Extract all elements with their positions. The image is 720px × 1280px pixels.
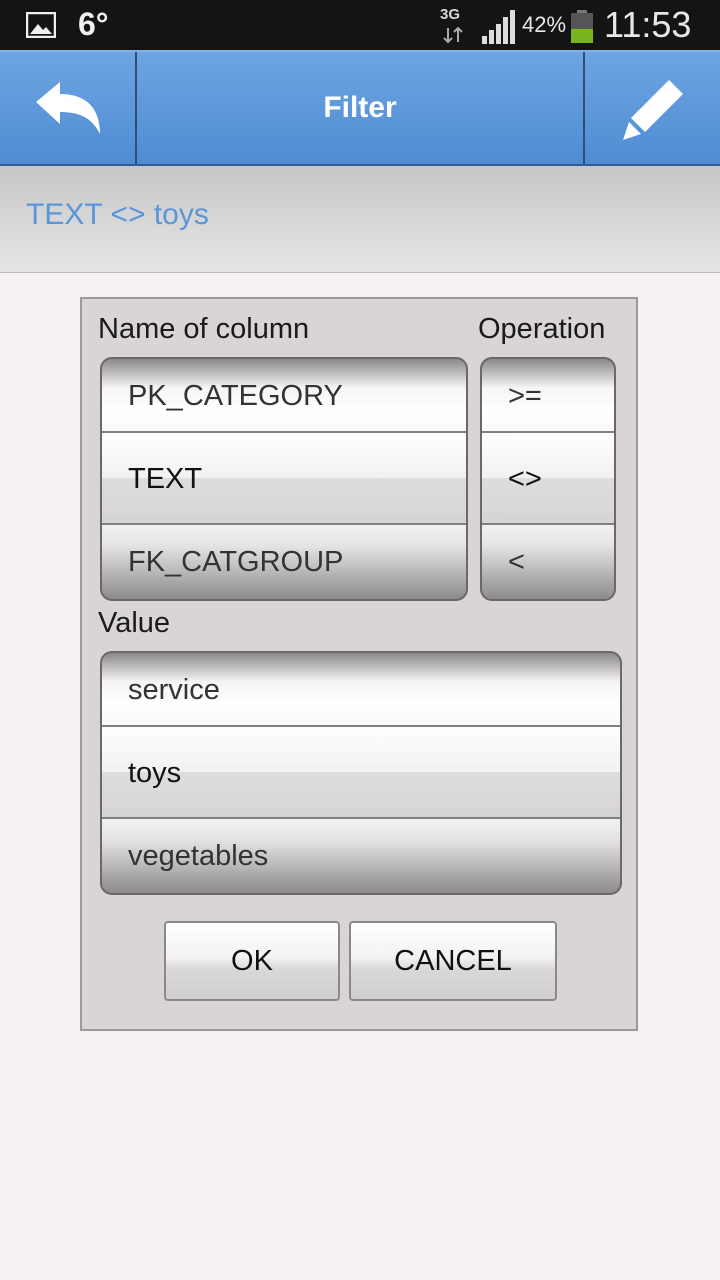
value-picker[interactable]: service toys vegetables <box>100 651 622 895</box>
data-arrows-icon <box>443 26 463 44</box>
clock: 11:53 <box>604 4 692 45</box>
operation-option-selected[interactable]: <> <box>482 438 614 520</box>
temperature-text: 6° <box>78 6 109 42</box>
page-title: Filter <box>323 91 397 124</box>
status-bar: 6° 3G 42% 11:53 <box>0 0 720 50</box>
action-bar: Filter <box>0 50 720 166</box>
cancel-button[interactable]: CANCEL <box>349 921 557 1001</box>
value-label: Value <box>98 607 171 639</box>
network-type: 3G <box>440 6 461 23</box>
operation-picker[interactable]: >= <> < <box>480 357 616 601</box>
battery-percent: 42% <box>522 12 567 37</box>
operation-option[interactable]: < <box>482 521 614 599</box>
filter-summary: TEXT <> toys <box>26 198 209 231</box>
pencil-icon <box>623 80 683 140</box>
operation-option[interactable]: >= <box>482 359 614 437</box>
column-label: Name of column <box>98 313 310 345</box>
ok-button[interactable]: OK <box>164 921 340 1001</box>
filter-summary-bar: TEXT <> toys <box>0 166 720 273</box>
value-option[interactable]: vegetables <box>102 815 620 893</box>
edit-button[interactable] <box>583 52 720 164</box>
back-arrow-icon <box>36 82 100 134</box>
column-option[interactable]: PK_CATEGORY <box>102 359 466 437</box>
column-option-selected[interactable]: TEXT <box>102 438 466 520</box>
value-option[interactable]: service <box>102 653 620 731</box>
operation-label: Operation <box>478 313 606 345</box>
battery-icon <box>571 10 593 43</box>
value-option-selected[interactable]: toys <box>102 732 620 814</box>
gallery-icon <box>26 12 56 38</box>
column-picker[interactable]: PK_CATEGORY TEXT FK_CATGROUP <box>100 357 468 601</box>
column-option[interactable]: FK_CATGROUP <box>102 521 466 599</box>
back-button[interactable] <box>0 52 137 164</box>
signal-icon <box>482 10 515 44</box>
filter-dialog: Name of column Operation PK_CATEGORY TEX… <box>80 297 638 1031</box>
